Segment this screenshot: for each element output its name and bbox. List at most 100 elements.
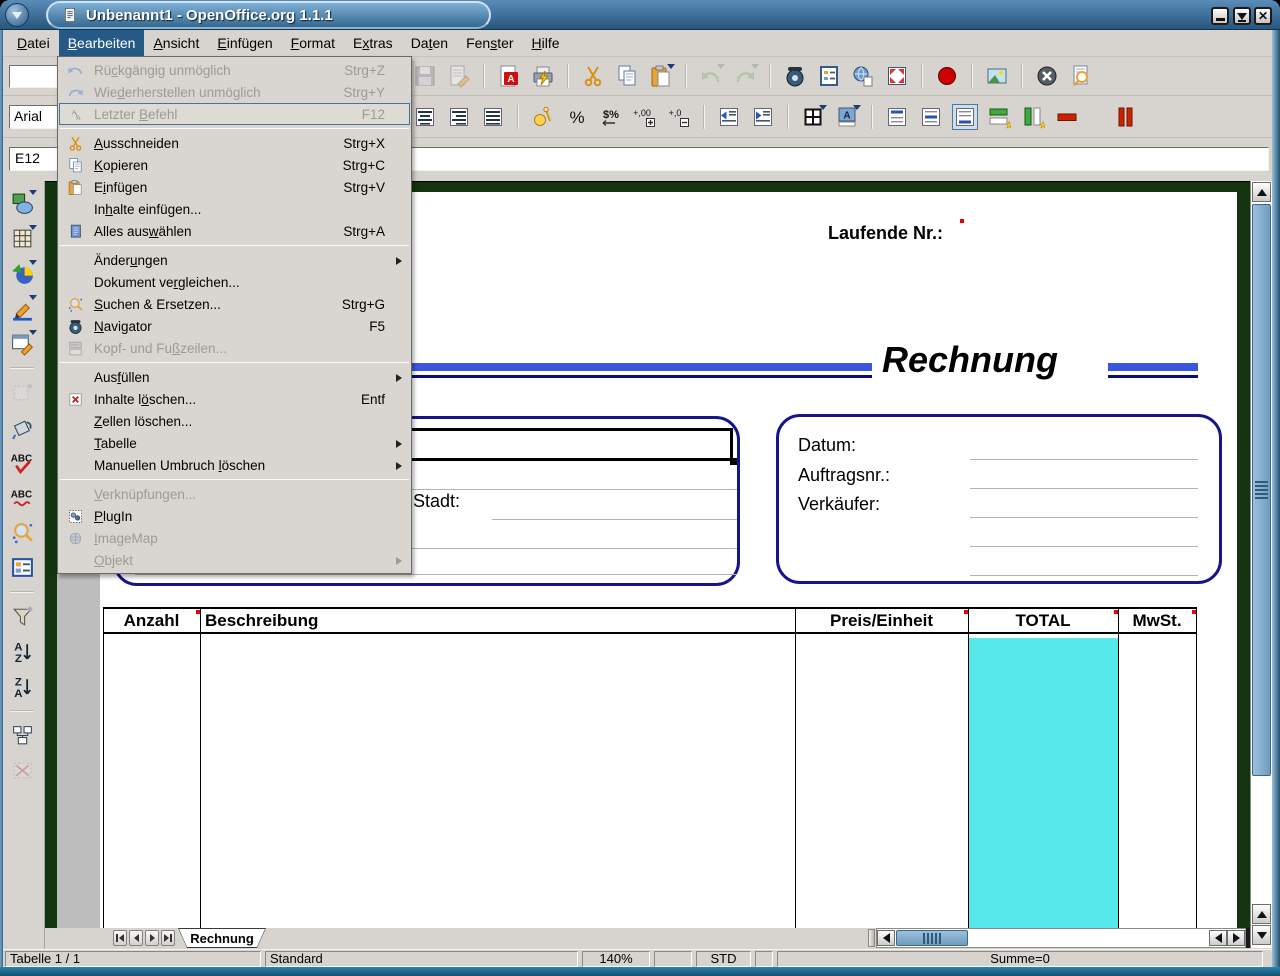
stop-loading-button[interactable] [1034, 63, 1060, 89]
align-center-button[interactable] [412, 104, 438, 130]
menu-item-navigator[interactable]: NavigatorF5 [59, 315, 410, 337]
menu-item-select-all[interactable]: Alles auswählenStrg+A [59, 220, 410, 242]
copy-button[interactable] [614, 63, 640, 89]
close-button[interactable]: ✕ [1254, 7, 1272, 25]
number-currency-button[interactable] [530, 104, 556, 130]
previous-sheet-button[interactable] [129, 930, 143, 946]
autofilter-button[interactable] [9, 603, 35, 629]
menu-item-copy[interactable]: KopierenStrg+C [59, 154, 410, 176]
vertical-scroll-thumb[interactable] [1252, 204, 1271, 776]
align-right-button[interactable] [446, 104, 472, 130]
first-sheet-button[interactable] [113, 930, 127, 946]
insert-rows-button[interactable] [986, 104, 1012, 130]
decrease-indent-button[interactable] [716, 104, 742, 130]
align-center-vertical-button[interactable] [918, 104, 944, 130]
next-sheet-button[interactable] [145, 930, 159, 946]
borders-button[interactable] [800, 104, 826, 130]
menu-item-fill[interactable]: Ausfüllen [59, 366, 410, 388]
gallery-button[interactable] [984, 63, 1010, 89]
menubar-item-bearbeiten[interactable]: Bearbeiten [59, 30, 145, 56]
align-center-icon [413, 105, 437, 129]
menu-item-sheet[interactable]: Tabelle [59, 432, 410, 454]
horizontal-scroll-thumb[interactable] [896, 930, 968, 946]
menubar-item-format[interactable]: Format [282, 30, 344, 56]
data-sources-button[interactable] [9, 554, 35, 580]
spellcheck-button[interactable] [9, 449, 35, 475]
draw-functions-button[interactable] [9, 295, 35, 321]
stylist-button[interactable] [816, 63, 842, 89]
align-bottom-button[interactable] [952, 104, 978, 130]
insert-columns-button[interactable] [1020, 104, 1046, 130]
fill-mode-button[interactable] [9, 414, 35, 440]
window-menu-button[interactable] [5, 3, 29, 27]
window-title: Unbenannt1 - OpenOffice.org 1.1.1 [86, 7, 333, 24]
form-functions-button[interactable] [9, 330, 35, 356]
align-top-button[interactable] [884, 104, 910, 130]
number-percent-button[interactable] [564, 104, 590, 130]
increase-indent-button[interactable] [750, 104, 776, 130]
menu-item-plugin[interactable]: PlugIn [59, 505, 410, 527]
menubar-item-datei[interactable]: Datei [8, 30, 59, 56]
title-bar[interactable]: Unbenannt1 - OpenOffice.org 1.1.1 ✕ [0, 0, 1280, 30]
navigator-button[interactable] [782, 63, 808, 89]
sheet-tab-rechnung[interactable]: Rechnung [178, 928, 266, 948]
background-color-button[interactable] [834, 104, 860, 130]
number-standard-button[interactable] [598, 104, 624, 130]
menu-item-label: Dokument vergleichen... [86, 275, 385, 290]
menu-item-find-replace[interactable]: Suchen & Ersetzen...Strg+G [59, 293, 410, 315]
menu-item-delete-contents[interactable]: Inhalte löschen...Entf [59, 388, 410, 410]
menubar-item-ansicht[interactable]: Ansicht [144, 30, 208, 56]
insert-object-button[interactable] [9, 260, 35, 286]
sort-descending-button[interactable] [9, 673, 35, 699]
menu-item-changes[interactable]: Änderungen [59, 249, 410, 271]
macro-record-button[interactable] [934, 63, 960, 89]
scroll-right-button[interactable] [1227, 930, 1245, 946]
selection-handle[interactable] [730, 458, 737, 465]
tab-scrollbar-splitter[interactable] [868, 929, 875, 947]
paste-button[interactable] [648, 63, 674, 89]
scroll-down-button[interactable] [1252, 925, 1271, 945]
delete-rows-button[interactable] [1054, 104, 1080, 130]
horizontal-scrollbar[interactable] [876, 928, 1246, 948]
scroll-left-button[interactable] [877, 930, 895, 946]
sort-ascending-button[interactable] [9, 638, 35, 664]
group-button[interactable] [9, 722, 35, 748]
vertical-scrollbar[interactable] [1250, 181, 1272, 948]
menubar-item-einfuegen[interactable]: Einfügen [208, 30, 281, 56]
menubar-item-daten[interactable]: Daten [402, 30, 457, 56]
insert-cells-button[interactable] [9, 225, 35, 251]
add-decimal-button[interactable] [632, 104, 658, 130]
export-pdf-button[interactable] [496, 63, 522, 89]
menu-item-paste-special[interactable]: Inhalte einfügen... [59, 198, 410, 220]
page-preview-button[interactable] [1068, 63, 1094, 89]
zoom-button[interactable] [884, 63, 910, 89]
menu-item-delete-manual-break[interactable]: Manuellen Umbruch löschen [59, 454, 410, 476]
autofilter-icon [10, 604, 35, 629]
delete-columns-button[interactable] [1112, 104, 1138, 130]
auto-spellcheck-button[interactable] [9, 484, 35, 510]
menu-item-compare-document[interactable]: Dokument vergleichen... [59, 271, 410, 293]
maximize-button[interactable] [1233, 7, 1251, 25]
menubar-item-fenster[interactable]: Fenster [457, 30, 522, 56]
hyperlink-button[interactable] [850, 63, 876, 89]
menubar-item-extras[interactable]: Extras [344, 30, 402, 56]
find-replace-button[interactable] [9, 519, 35, 545]
minimize-button[interactable] [1211, 7, 1229, 25]
menu-item-label: Tabelle [86, 436, 385, 451]
menu-item-delete-cells[interactable]: Zellen löschen... [59, 410, 410, 432]
last-sheet-button[interactable] [161, 930, 175, 946]
title-decoration-bar-right [1108, 363, 1198, 371]
delete-decimal-button[interactable] [666, 104, 692, 130]
insert-button[interactable] [9, 190, 35, 216]
menu-item-paste[interactable]: EinfügenStrg+V [59, 176, 410, 198]
cut-button[interactable] [580, 63, 606, 89]
menubar-item-hilfe[interactable]: Hilfe [523, 30, 569, 56]
dropdown-arrow-icon [667, 64, 675, 69]
delcontents-icon [60, 391, 86, 408]
scroll-left-button-right[interactable] [1209, 930, 1227, 946]
menu-item-cut[interactable]: AusschneidenStrg+X [59, 132, 410, 154]
print-direct-button[interactable] [530, 63, 556, 89]
align-justify-button[interactable] [480, 104, 506, 130]
scroll-up-button[interactable] [1252, 182, 1271, 202]
scroll-up-button-bottom[interactable] [1252, 904, 1271, 924]
